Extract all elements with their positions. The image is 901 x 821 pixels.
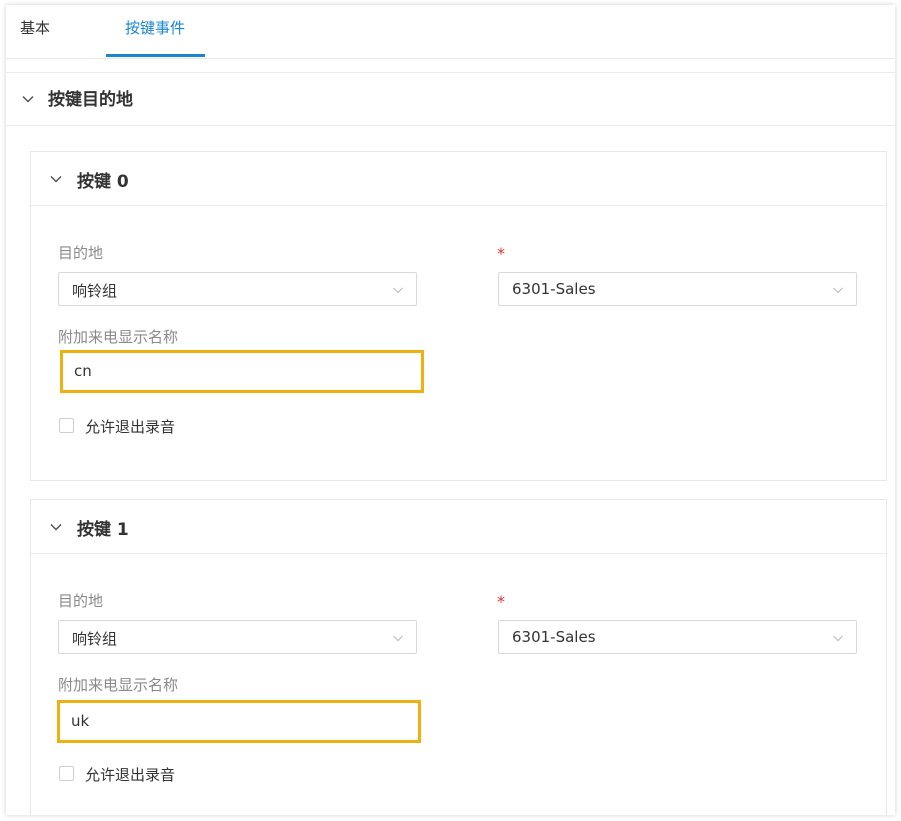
caller-name-input[interactable]: cn	[60, 350, 424, 393]
tab-bar: 基本 按键事件	[6, 5, 895, 59]
chevron-down-icon[interactable]	[49, 172, 63, 186]
section-title: 按键目的地	[48, 90, 133, 110]
destination-value: 6301-Sales	[512, 280, 596, 298]
allow-exit-checkbox[interactable]	[59, 418, 74, 433]
allow-exit-label[interactable]: 允许退出录音	[85, 416, 175, 437]
key-card-0: 按键 0 目的地 * 响铃组 6301-Sales 附加来电显示名称 cn 允许…	[30, 151, 887, 481]
chevron-down-icon	[833, 287, 843, 294]
chevron-down-icon[interactable]	[49, 520, 63, 534]
destination-label: 目的地	[58, 592, 104, 610]
chevron-down-icon[interactable]	[21, 92, 35, 106]
allow-exit-checkbox[interactable]	[59, 766, 74, 781]
destination-type-value: 响铃组	[72, 282, 118, 300]
destination-value: 6301-Sales	[512, 628, 596, 646]
destination-value-select[interactable]: 6301-Sales	[498, 272, 857, 306]
required-mark: *	[497, 592, 505, 611]
chevron-down-icon	[833, 635, 843, 642]
key-card-title: 按键 0	[77, 172, 129, 192]
destination-value-select[interactable]: 6301-Sales	[498, 620, 857, 654]
destination-type-select[interactable]: 响铃组	[58, 272, 417, 306]
active-tab-indicator	[106, 54, 205, 57]
destination-type-value: 响铃组	[72, 630, 118, 648]
caller-name-label: 附加来电显示名称	[58, 328, 179, 346]
destination-type-select[interactable]: 响铃组	[58, 620, 417, 654]
key-card-title: 按键 1	[77, 520, 129, 540]
tab-basic[interactable]: 基本	[20, 5, 50, 58]
chevron-down-icon	[393, 287, 403, 294]
caller-name-input[interactable]: uk	[57, 700, 421, 743]
key-card-header[interactable]: 按键 0	[31, 152, 886, 206]
allow-exit-label[interactable]: 允许退出录音	[85, 764, 175, 785]
window: 基本 按键事件 按键目的地 按键 0 目的地 * 响铃组 6301-Sales	[6, 5, 895, 815]
required-mark: *	[497, 244, 505, 263]
chevron-down-icon	[393, 635, 403, 642]
key-card-1: 按键 1 目的地 * 响铃组 6301-Sales 附加来电显示名称 uk 允许…	[30, 499, 887, 815]
tab-key-events[interactable]: 按键事件	[105, 5, 205, 58]
caller-name-value: cn	[74, 362, 92, 380]
caller-name-label: 附加来电显示名称	[58, 676, 179, 694]
destination-label: 目的地	[58, 244, 104, 262]
section-header-key-destinations[interactable]: 按键目的地	[6, 72, 895, 126]
caller-name-value: uk	[71, 712, 90, 730]
key-card-header[interactable]: 按键 1	[31, 500, 886, 554]
